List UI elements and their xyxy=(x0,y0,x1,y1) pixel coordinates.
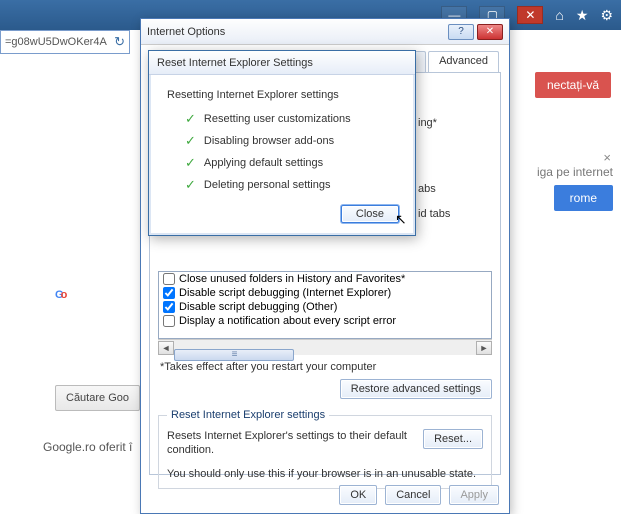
list-item[interactable]: Disable script debugging (Internet Explo… xyxy=(159,286,491,300)
list-text-fragment: ing* xyxy=(418,117,437,129)
close-button[interactable]: Close xyxy=(341,205,399,223)
reset-item: ✓Resetting user customizations xyxy=(185,111,401,127)
dialog-title: Internet Options xyxy=(147,26,445,38)
reset-header: Resetting Internet Explorer settings xyxy=(167,89,401,101)
horizontal-scrollbar[interactable]: ◄ ► xyxy=(158,339,492,355)
reset-item: ✓Applying default settings xyxy=(185,155,401,171)
google-logo: Go xyxy=(55,245,64,312)
list-text-fragment: abs xyxy=(418,183,436,195)
promo-close-icon[interactable]: × xyxy=(603,150,611,165)
browser-close-button[interactable]: ✕ xyxy=(517,6,543,24)
home-icon[interactable]: ⌂ xyxy=(555,7,563,23)
reset-button[interactable]: Reset... xyxy=(423,429,483,449)
internet-options-title-bar[interactable]: Internet Options ? ✕ xyxy=(141,19,509,45)
reset-progress-dialog: Reset Internet Explorer Settings Resetti… xyxy=(148,50,416,236)
dialog-close-button[interactable]: ✕ xyxy=(477,24,503,40)
tools-icon[interactable]: ⚙ xyxy=(600,7,613,24)
restart-note: *Takes effect after you restart your com… xyxy=(160,361,490,373)
dialog-help-button[interactable]: ? xyxy=(448,24,474,40)
advanced-settings-list[interactable]: Close unused folders in History and Favo… xyxy=(158,271,492,339)
address-bar[interactable]: =g08wU5DwOKer4A ↻ xyxy=(0,30,130,54)
apply-button[interactable]: Apply xyxy=(449,485,499,505)
reset-item: ✓Deleting personal settings xyxy=(185,177,401,193)
url-text: =g08wU5DwOKer4A xyxy=(5,36,107,48)
refresh-icon[interactable]: ↻ xyxy=(114,34,125,50)
google-search-button[interactable]: Căutare Goo xyxy=(55,385,140,411)
check-icon: ✓ xyxy=(185,111,196,127)
restore-advanced-button[interactable]: Restore advanced settings xyxy=(340,379,492,399)
reset-dialog-title: Reset Internet Explorer Settings xyxy=(157,57,313,69)
list-item[interactable]: Close unused folders in History and Favo… xyxy=(159,272,491,286)
reset-note: You should only use this if your browser… xyxy=(167,468,483,480)
tab-advanced[interactable]: Advanced xyxy=(428,51,499,73)
scroll-thumb[interactable] xyxy=(174,349,294,361)
check-icon: ✓ xyxy=(185,133,196,149)
reset-item: ✓Disabling browser add-ons xyxy=(185,133,401,149)
list-item[interactable]: Display a notification about every scrip… xyxy=(159,314,491,328)
dialog-button-row: OK Cancel Apply xyxy=(339,485,499,505)
favorites-icon[interactable]: ★ xyxy=(576,7,589,24)
reset-items-list: ✓Resetting user customizations ✓Disablin… xyxy=(185,111,401,193)
scroll-right-icon[interactable]: ► xyxy=(476,341,492,355)
scroll-left-icon[interactable]: ◄ xyxy=(158,341,174,355)
checkbox[interactable] xyxy=(163,315,175,327)
footer-text: Google.ro oferit î xyxy=(43,440,132,454)
list-text-fragment: id tabs xyxy=(418,208,450,220)
checkbox[interactable] xyxy=(163,301,175,313)
check-icon: ✓ xyxy=(185,155,196,171)
reset-description: Resets Internet Explorer's settings to t… xyxy=(167,429,413,458)
ok-button[interactable]: OK xyxy=(339,485,377,505)
promo-text: iga pe internet xyxy=(537,165,613,179)
check-icon: ✓ xyxy=(185,177,196,193)
checkbox[interactable] xyxy=(163,287,175,299)
reset-dialog-title-bar[interactable]: Reset Internet Explorer Settings xyxy=(149,51,415,75)
list-item[interactable]: Disable script debugging (Other) xyxy=(159,300,491,314)
cancel-button[interactable]: Cancel xyxy=(385,485,441,505)
reset-legend: Reset Internet Explorer settings xyxy=(167,409,329,421)
reset-group: Reset Internet Explorer settings Resets … xyxy=(158,409,492,489)
signin-button[interactable]: nectați-vă xyxy=(535,72,611,98)
promo-button[interactable]: rome xyxy=(554,185,613,211)
checkbox[interactable] xyxy=(163,273,175,285)
